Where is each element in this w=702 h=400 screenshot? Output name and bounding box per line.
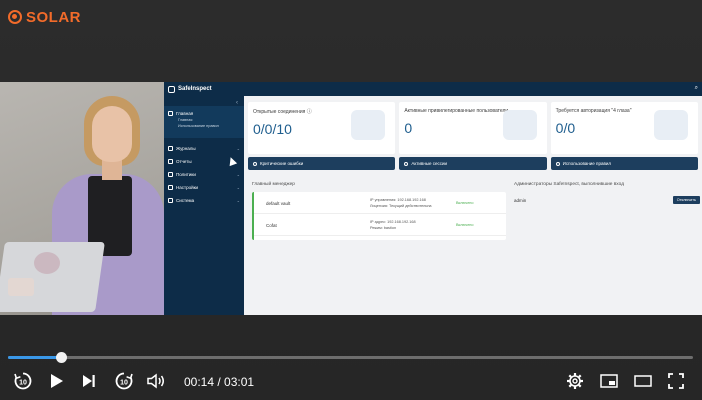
sidebar-sub-rules: Использование правил bbox=[178, 124, 219, 128]
forward-10-icon: 10 bbox=[115, 372, 133, 390]
manager-info-line: IP управления: 192.168.192.168 bbox=[370, 198, 426, 202]
sidebar-section-home: Главная Главная Использование правил bbox=[164, 106, 244, 138]
manager-info: IP управления: 192.168.192.168 Лицензия: … bbox=[370, 197, 432, 209]
chart-icon bbox=[555, 161, 560, 166]
sidebar-item-label: Журналы bbox=[176, 146, 196, 151]
sidebar-item-label: Политики bbox=[176, 172, 196, 177]
admins-title: Администраторы SafeInspect, выполнившие … bbox=[514, 182, 625, 187]
solar-logo-icon bbox=[8, 10, 22, 24]
brand-logo: SOLAR bbox=[8, 8, 81, 26]
theater-button[interactable] bbox=[632, 370, 654, 392]
users-illustration-icon bbox=[502, 110, 537, 140]
sidebar-item-policies: Политики ⌄ bbox=[164, 168, 244, 181]
chevron-down-icon: ⌄ bbox=[236, 198, 240, 203]
app-sidebar: SafeInspect ‹ Главная Главная Использова… bbox=[164, 82, 244, 315]
manager-info: IP адрес: 192.168.192.168 Режим: bastion bbox=[370, 219, 416, 231]
manager-name: default vault bbox=[266, 201, 291, 206]
admins-list: admin Отключить bbox=[514, 196, 700, 204]
volume-icon bbox=[147, 373, 164, 389]
app-main: ⌕ Открытые соединения ⓘ 0/0/10 Активные … bbox=[244, 82, 702, 315]
brand-name: SOLAR bbox=[26, 8, 81, 26]
rewind-label: 10 bbox=[19, 380, 27, 387]
progress-bar[interactable] bbox=[8, 352, 693, 363]
reports-icon bbox=[168, 159, 173, 164]
safeinspect-logo-icon bbox=[168, 85, 175, 93]
admin-user: admin bbox=[514, 198, 527, 203]
alert-critical-errors: Критические ошибки bbox=[248, 157, 396, 170]
alert-label: Критические ошибки bbox=[260, 161, 304, 166]
sidebar-item-system: Система ⌄ bbox=[164, 194, 244, 207]
connections-illustration-icon bbox=[351, 110, 386, 140]
fullscreen-button[interactable] bbox=[665, 370, 687, 392]
manager-title: Главный менеджер bbox=[252, 182, 295, 187]
stat-cards: Открытые соединения ⓘ 0/0/10 Активные пр… bbox=[248, 102, 698, 154]
status-badge: Включено bbox=[456, 201, 474, 205]
sidebar-section-label: Главная bbox=[176, 111, 194, 116]
fullscreen-icon bbox=[668, 373, 684, 389]
app-title: SafeInspect bbox=[178, 86, 212, 92]
next-button[interactable] bbox=[81, 370, 97, 392]
user-icon bbox=[404, 161, 409, 166]
rewind-10-button[interactable]: 10 bbox=[12, 370, 34, 392]
screen-share-app: SafeInspect ‹ Главная Главная Использова… bbox=[164, 82, 702, 315]
forward-10-button[interactable]: 10 bbox=[113, 370, 135, 392]
search-icon: ⌕ bbox=[694, 85, 698, 91]
sidebar-item-label: Отчеты bbox=[176, 159, 192, 164]
sidebar-list: Журналы ⌄ Отчеты Политики ⌄ Настройки ⌄ Сис… bbox=[164, 142, 244, 207]
progress-fill bbox=[8, 356, 61, 359]
alert-active-sessions: Активные сессии bbox=[399, 157, 547, 170]
sidebar-item-logs: Журналы ⌄ bbox=[164, 142, 244, 155]
video-player: SOLAR SafeInspect ‹ Главная Главная Испо… bbox=[0, 0, 702, 400]
disconnect-button: Отключить bbox=[672, 196, 700, 204]
app-topbar: ⌕ bbox=[244, 82, 702, 96]
theater-icon bbox=[634, 375, 652, 387]
miniplayer-button[interactable] bbox=[598, 370, 620, 392]
chevron-down-icon: ⌄ bbox=[236, 146, 240, 151]
sidebar-item-label: Система bbox=[176, 198, 195, 203]
table-row: default vault IP управления: 192.168.192… bbox=[254, 192, 506, 214]
system-icon bbox=[168, 198, 173, 203]
gear-icon bbox=[567, 373, 583, 389]
sidebar-item-settings: Настройки ⌄ bbox=[164, 181, 244, 194]
progress-knob[interactable] bbox=[55, 352, 67, 363]
alert-bar: Критические ошибки Активные сессии Испол… bbox=[248, 157, 698, 170]
stat-card: Открытые соединения ⓘ 0/0/10 bbox=[248, 102, 396, 154]
stat-card: Требуется авторизация "4 глаза" 0/0 bbox=[550, 102, 698, 154]
logs-icon bbox=[168, 146, 173, 151]
app-header: SafeInspect bbox=[164, 82, 244, 96]
gear-icon bbox=[168, 185, 173, 190]
alert-label: Активные сессии bbox=[411, 161, 448, 166]
chevron-down-icon: ⌄ bbox=[236, 185, 240, 190]
manager-info-line: Режим: bastion bbox=[370, 226, 397, 230]
miniplayer-icon bbox=[600, 374, 618, 388]
chevron-down-icon: ⌄ bbox=[236, 172, 240, 177]
alert-rule-usage: Использование правил bbox=[550, 157, 698, 170]
settings-button[interactable] bbox=[564, 370, 586, 392]
rewind-10-icon: 10 bbox=[14, 372, 32, 390]
presenter-view bbox=[0, 82, 164, 315]
sidebar-item-label: Настройки bbox=[176, 185, 199, 190]
forward-label: 10 bbox=[120, 380, 128, 387]
volume-button[interactable] bbox=[146, 370, 168, 392]
manager-info-line: Лицензия: Текущий действительна bbox=[370, 204, 432, 208]
table-row: Cofat IP адрес: 192.168.192.168 Режим: ba… bbox=[254, 214, 506, 236]
eye-illustration-icon bbox=[653, 110, 688, 140]
player-controls: 10 10 00:14 / 03:01 bbox=[0, 368, 702, 394]
play-icon bbox=[51, 374, 63, 388]
stat-card: Активные привилегированные пользователи … bbox=[399, 102, 547, 154]
policies-icon bbox=[168, 172, 173, 177]
play-button[interactable] bbox=[48, 370, 66, 392]
status-badge: Включено bbox=[456, 223, 474, 227]
manager-name: Cofat bbox=[266, 223, 277, 228]
time-display: 00:14 / 03:01 bbox=[184, 375, 255, 389]
video-frame[interactable]: SafeInspect ‹ Главная Главная Использова… bbox=[0, 82, 702, 315]
info-icon bbox=[253, 161, 257, 166]
home-icon bbox=[168, 111, 173, 116]
manager-info-line: IP адрес: 192.168.192.168 bbox=[370, 220, 416, 224]
alert-label: Использование правил bbox=[562, 161, 612, 166]
skip-next-icon bbox=[83, 375, 95, 387]
manager-list: default vault IP управления: 192.168.192… bbox=[252, 192, 506, 240]
